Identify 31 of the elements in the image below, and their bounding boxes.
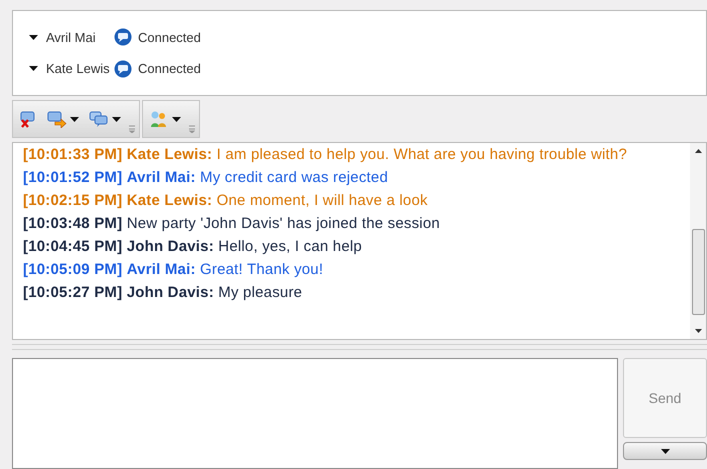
caret-icon (70, 116, 79, 122)
chat-bubble-icon (114, 28, 132, 46)
caret-icon (112, 116, 121, 122)
chat-message: [10:03:48 PM] New party 'John Davis' has joined the session (23, 214, 441, 234)
participant-name[interactable]: Avril Mai (46, 28, 114, 47)
scroll-up-icon[interactable] (694, 149, 702, 153)
caret-icon (660, 448, 670, 454)
message-input-field[interactable] (12, 358, 618, 469)
send-options-button[interactable] (623, 442, 707, 460)
remove-chat-icon (19, 110, 37, 128)
participant-name[interactable]: Kate Lewis (46, 59, 114, 78)
chat-message: [10:05:09 PM] Avril Mai: Great! Thank you! (23, 260, 324, 280)
chat-bubbles-icon (89, 110, 109, 128)
participant-status: Connected (138, 60, 201, 78)
toolbar-grip-icon[interactable] (189, 125, 195, 133)
caret-icon (172, 116, 181, 122)
toolbar-grip-icon[interactable] (129, 125, 135, 133)
people-icon (149, 110, 169, 128)
caret-icon (29, 66, 38, 72)
caret-icon (29, 34, 38, 40)
chat-message: [10:05:27 PM] John Davis: My pleasure (23, 283, 304, 303)
chat-message: [10:02:15 PM] Kate Lewis: One moment, I will have a look (23, 191, 429, 211)
chat-message: [10:01:33 PM] Kate Lewis: I am pleased to help you. What are you having trouble with? (23, 145, 628, 165)
scroll-thumb[interactable] (692, 229, 705, 315)
chat-arrow-icon (47, 110, 67, 128)
chat-bubble-icon (114, 60, 132, 78)
participant-status: Connected (138, 28, 201, 46)
chat-message: [10:01:52 PM] Avril Mai: My credit card was rejected (23, 168, 389, 188)
chat-message: [10:04:45 PM] John Davis: Hello, yes, I can help (23, 237, 363, 257)
scrollbar[interactable] (690, 143, 706, 339)
scroll-down-icon[interactable] (694, 329, 702, 333)
